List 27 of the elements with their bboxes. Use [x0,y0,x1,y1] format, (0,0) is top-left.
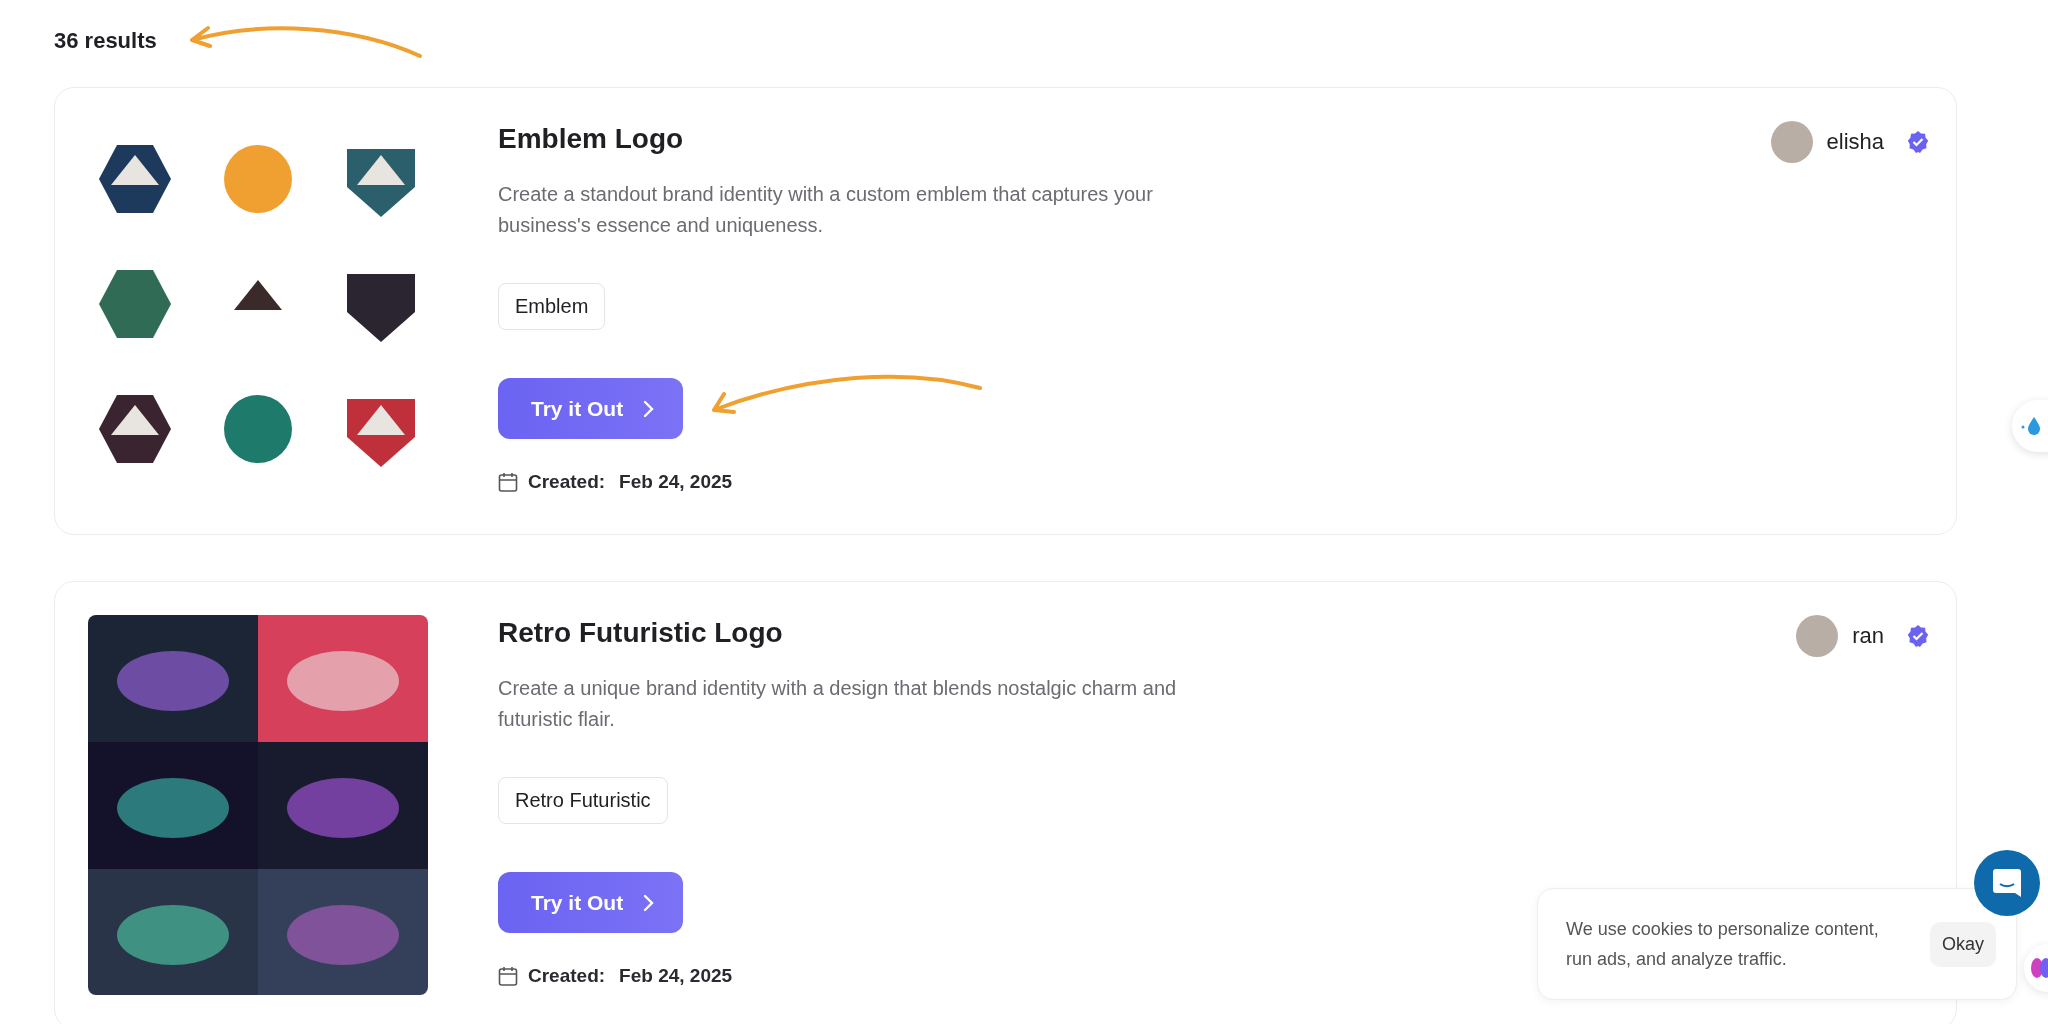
card-title: Emblem Logo [498,122,684,156]
okay-button[interactable]: Okay [1930,921,1996,967]
chat-icon [1992,867,2022,899]
category-tag[interactable]: Emblem [498,283,606,330]
category-tag[interactable]: Retro Futuristic [498,777,668,824]
chevron-right-icon [643,399,656,418]
author-name[interactable]: elisha [1826,129,1884,155]
author-avatar [1770,121,1813,163]
try-it-out-button[interactable]: Try it Out [498,378,684,439]
author-avatar [1796,615,1839,657]
card-description: Create a standout brand identity with a custom emblem that captures your business's essence and uniqueness. [498,182,1154,238]
try-it-out-button[interactable]: Try it Out [498,872,684,933]
created-label: Created: [528,471,606,493]
verified-badge-icon [1906,130,1930,154]
results-count: 36 results [54,28,157,54]
brain-icon [2030,956,2048,980]
created-date: Feb 24, 2025 [619,471,733,493]
created-date: Feb 24, 2025 [619,965,733,987]
card-description: Create a unique brand identity with a design that blends nostalgic charm and futuristic flair. [498,676,1178,732]
card-title: Retro Futuristic Logo [498,616,783,650]
chevron-right-icon [643,893,656,912]
author-name[interactable]: ran [1852,623,1884,649]
created-label: Created: [528,965,606,987]
verified-badge-icon [1906,624,1930,648]
cookie-notice-text: We use cookies to personalize content, run ads, and analyze traffic. [1566,918,1880,971]
calendar-icon [498,471,518,493]
calendar-icon [498,965,518,987]
